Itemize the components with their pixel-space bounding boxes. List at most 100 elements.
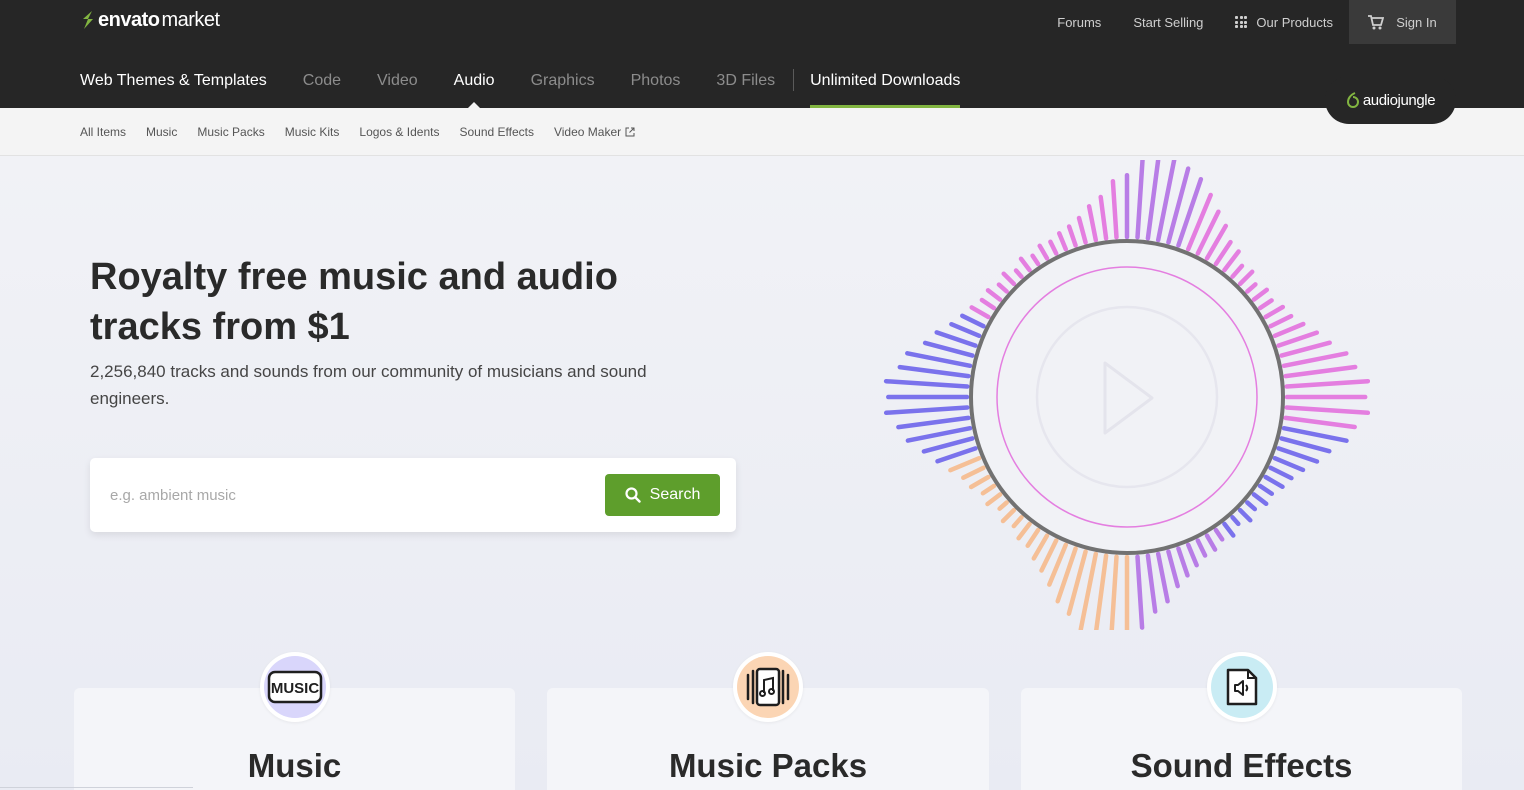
logo-sub: market — [161, 8, 220, 31]
nav-3d-files[interactable]: 3D Files — [716, 62, 775, 108]
video-maker-label: Video Maker — [553, 125, 622, 139]
waveform-bar — [1000, 507, 1017, 524]
waveform-bar — [1195, 538, 1208, 558]
waveform-bar — [985, 288, 1003, 302]
music-pack-svg — [746, 667, 790, 707]
sign-in-button[interactable]: Sign In — [1349, 0, 1456, 44]
waveform-bar — [949, 321, 982, 339]
waveform-bar — [1018, 256, 1032, 273]
search-input[interactable] — [110, 478, 590, 512]
apps-grid-icon — [1235, 16, 1248, 28]
waveform-bar — [921, 436, 975, 454]
our-products-label: Our Products — [1256, 14, 1333, 30]
nav-photos[interactable]: Photos — [631, 62, 681, 108]
our-products-link[interactable]: Our Products — [1235, 15, 1333, 30]
waveform-bar — [1279, 436, 1332, 454]
nav-web-themes[interactable]: Web Themes & Templates — [80, 62, 267, 108]
waveform-bar — [1094, 553, 1109, 630]
search-button[interactable]: Search — [605, 474, 720, 516]
nav-video[interactable]: Video — [377, 62, 418, 108]
waveform-bar — [1272, 455, 1306, 473]
nav-divider — [793, 69, 795, 91]
search-icon — [625, 487, 641, 503]
player-outer-ring — [969, 239, 1285, 555]
waveform-bar — [1145, 553, 1158, 614]
subnav-music-kits[interactable]: Music Kits — [285, 125, 340, 139]
audiojungle-label: audiojungle — [1362, 91, 1436, 109]
sound-file-icon — [1207, 652, 1277, 722]
waveform-bar — [1011, 515, 1024, 529]
music-badge-svg: MUSIC — [267, 670, 323, 704]
subnav-music[interactable]: Music — [146, 125, 177, 139]
nav-code[interactable]: Code — [303, 62, 341, 108]
waveform-bar — [1001, 271, 1017, 287]
waveform-bar — [1016, 521, 1032, 541]
waveform-bar — [905, 351, 973, 369]
waveform-bar — [1086, 204, 1099, 243]
main-nav: Web Themes & Templates Code Video Audio … — [80, 62, 996, 108]
waveform-bar — [1025, 527, 1041, 548]
subnav-sound-effects[interactable]: Sound Effects — [459, 125, 534, 139]
nav-audio[interactable]: Audio — [454, 62, 495, 108]
waveform-bar — [969, 305, 991, 320]
waveform-bar — [1066, 224, 1078, 248]
subnav-video-maker[interactable]: Video Maker — [554, 125, 635, 139]
waveform-bar — [980, 483, 997, 496]
waveform-bar — [1283, 415, 1357, 430]
waveform-bar — [896, 415, 971, 430]
waveform-bar — [1283, 364, 1358, 379]
waveform-bar — [1263, 304, 1286, 320]
waveform-bar — [968, 474, 991, 490]
waveform-bar — [1213, 239, 1233, 267]
waveform-bar — [1257, 298, 1274, 311]
waveform-bar — [1230, 515, 1241, 527]
envato-market-logo[interactable]: envato market — [80, 8, 220, 32]
waveform-bar — [1185, 542, 1199, 568]
sign-in-label: Sign In — [1396, 14, 1437, 30]
top-header: envato market Forums Start Selling Our P… — [0, 0, 1524, 108]
waveform-bar — [1245, 500, 1258, 512]
waveform-bar — [1030, 253, 1041, 267]
start-selling-link[interactable]: Start Selling — [1133, 15, 1203, 30]
waveform-bar — [1222, 249, 1241, 273]
waveform-bar — [948, 455, 982, 473]
waveform-bar — [1013, 268, 1024, 279]
forums-link[interactable]: Forums — [1057, 15, 1101, 30]
music-label-icon: MUSIC — [260, 652, 330, 722]
card-title-music-packs: Music Packs — [668, 747, 868, 784]
waveform-bar — [1251, 492, 1269, 507]
waveform-bar — [883, 378, 970, 389]
bottom-left-divider — [0, 787, 193, 788]
waveform-bar — [961, 465, 986, 480]
waveform-bar — [1048, 239, 1059, 256]
hero-subtitle: 2,256,840 tracks and sounds from our com… — [90, 362, 647, 408]
waveform-bar — [1109, 554, 1119, 630]
waveform-bar — [1155, 551, 1170, 604]
subnav-music-packs[interactable]: Music Packs — [197, 125, 264, 139]
music-pack-icon — [733, 652, 803, 722]
waveform-bar — [1281, 351, 1349, 369]
nav-unlimited-downloads[interactable]: Unlimited Downloads — [810, 62, 961, 108]
card-title-music: Music — [247, 747, 342, 784]
waveform-bar — [1237, 507, 1253, 523]
waveform-bar — [1056, 231, 1069, 252]
waveform-bar — [1230, 263, 1245, 279]
audiojungle-badge[interactable]: audiojungle — [1325, 76, 1456, 124]
waveform-bar — [1031, 533, 1050, 561]
waveform-bar — [1076, 215, 1088, 245]
subnav-all-items[interactable]: All Items — [80, 125, 126, 139]
search-button-label: Search — [649, 486, 701, 503]
waveform-bar — [935, 446, 978, 464]
waveform-bar — [1135, 160, 1145, 240]
waveform-bar — [1276, 330, 1320, 348]
waveform-bar — [1222, 521, 1236, 538]
waveform-bar — [1276, 446, 1320, 464]
nav-graphics[interactable]: Graphics — [531, 62, 595, 108]
waveform-bar — [934, 330, 978, 348]
logo-brand: envato — [98, 8, 160, 31]
waveform-bar — [1098, 194, 1109, 241]
waveform-bar — [1268, 313, 1294, 329]
waveform-bar — [1263, 474, 1285, 490]
subnav-logos-idents[interactable]: Logos & Idents — [359, 125, 439, 139]
external-link-icon — [625, 127, 635, 137]
